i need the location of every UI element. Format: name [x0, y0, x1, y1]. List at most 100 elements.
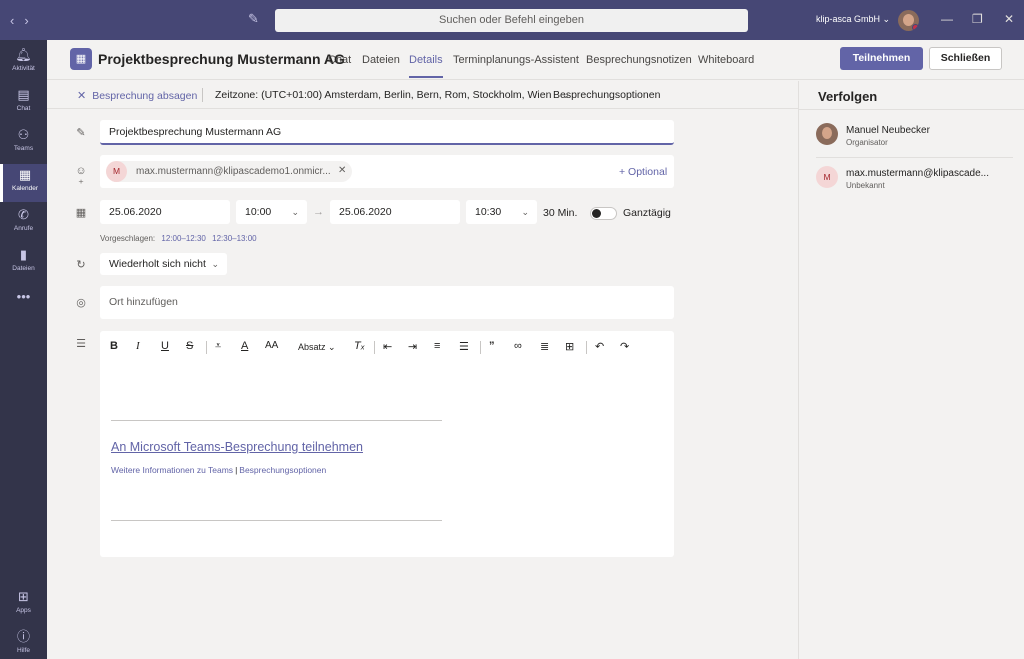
meeting-options-link[interactable]: Besprechungsoptionen [553, 89, 660, 101]
location-pin-icon: ◎ [76, 297, 86, 309]
divider [816, 157, 1013, 158]
tab-details[interactable]: Details [409, 54, 443, 78]
tab-files[interactable]: Dateien [362, 54, 400, 66]
start-date-field[interactable]: 25.06.2020 [100, 200, 230, 224]
attendees-field[interactable]: M max.mustermann@klipascademo1.onmicr...… [100, 155, 674, 188]
list-item[interactable]: M max.mustermann@klipascade... Unbekannt [816, 166, 1016, 196]
bullet-list-icon[interactable]: ≡ [434, 340, 440, 352]
minimize-icon[interactable]: — [941, 12, 953, 26]
rail-item-apps[interactable]: ⊞ Apps [0, 586, 47, 624]
nav-arrows: ‹ › [0, 13, 60, 28]
align-icon[interactable]: ≣ [540, 340, 549, 353]
suggested-time-1[interactable]: 12:00–12:30 [161, 234, 206, 243]
rail-item-help[interactable]: ⓘ Hilfe [0, 626, 47, 659]
rail-item-calendar[interactable]: ▦ Kalender [0, 164, 47, 202]
back-arrow-icon[interactable]: ‹ [10, 13, 14, 28]
suggested-time-2[interactable]: 12:30–13:00 [212, 234, 257, 243]
chevron-down-icon: ⌄ [291, 207, 299, 217]
timezone-dropdown[interactable]: Zeitzone: (UTC+01:00) Amsterdam, Berlin,… [215, 89, 570, 101]
chevron-down-icon: ⌄ [211, 259, 219, 269]
forward-arrow-icon[interactable]: › [24, 13, 28, 28]
app-rail: 🔔︎ Aktivität ▤ Chat ⚇ Teams ▦ Kalender ✆… [0, 40, 47, 659]
quote-icon[interactable]: ” [489, 340, 495, 352]
bold-icon[interactable]: B [110, 340, 118, 352]
list-item[interactable]: Manuel Neubecker Organisator [816, 123, 1016, 153]
close-button[interactable]: Schließen [929, 47, 1002, 70]
avatar: M [106, 161, 127, 182]
rail-item-files[interactable]: ▮ Dateien [0, 244, 47, 282]
ellipsis-icon: ••• [16, 289, 31, 304]
search-input[interactable]: Suchen oder Befehl eingeben [275, 9, 748, 32]
numbered-list-icon[interactable]: ☰ [459, 340, 469, 353]
pencil-icon: ✎ [76, 127, 86, 139]
close-window-icon[interactable]: ✕ [1004, 12, 1014, 26]
tracking-panel: Verfolgen Manuel Neubecker Organisator M… [798, 81, 1024, 659]
avatar: M [816, 166, 838, 188]
rail-item-chat[interactable]: ▤ Chat [0, 84, 47, 122]
calendar-icon: ▦ [18, 167, 32, 182]
title-field[interactable]: Projektbesprechung Mustermann AG [100, 120, 674, 145]
rail-item-activity[interactable]: 🔔︎ Aktivität [0, 44, 47, 82]
font-size-icon[interactable]: AA [265, 340, 278, 351]
title-bar: ‹ › ✎ Suchen oder Befehl eingeben klip-a… [0, 0, 1024, 40]
user-avatar[interactable] [898, 10, 919, 31]
outdent-icon[interactable]: ⇤ [383, 340, 392, 353]
undo-icon[interactable]: ↶ [595, 340, 604, 353]
location-input[interactable]: Ort hinzufügen [100, 286, 674, 319]
phone-icon: ✆ [18, 207, 29, 222]
end-date-field[interactable]: 25.06.2020 [330, 200, 460, 224]
italic-icon[interactable]: I [136, 340, 140, 352]
chevron-down-icon: ⌄ [521, 207, 529, 217]
remove-attendee-icon[interactable]: ✕ [338, 165, 346, 176]
rail-item-calls[interactable]: ✆ Anrufe [0, 204, 47, 242]
add-person-icon: ☺⁺ [75, 165, 87, 190]
compose-icon[interactable]: ✎ [248, 12, 262, 26]
join-button[interactable]: Teilnehmen [840, 47, 923, 70]
tab-chat[interactable]: Chat [328, 54, 351, 66]
chevron-down-icon: ⌄ [328, 342, 336, 352]
all-day-toggle[interactable] [590, 207, 617, 220]
details-editor[interactable]: B I U S ⩡ A AA Absatz ⌄ Tₓ ⇤ ⇥ ≡ ☰ ” ∞ ≣… [100, 331, 674, 557]
font-color-icon[interactable]: A [241, 340, 248, 352]
suggested-times: Vorgeschlagen: 12:00–12:30 12:30–13:00 [100, 234, 257, 243]
more-info-link[interactable]: Weitere Informationen zu Teams [111, 465, 233, 475]
start-time-dropdown[interactable]: 10:00 ⌄ [236, 200, 307, 224]
clear-format-icon[interactable]: Tₓ [354, 340, 365, 352]
presence-busy-icon [912, 24, 919, 31]
strikethrough-icon[interactable]: S [186, 340, 193, 352]
link-icon[interactable]: ∞ [514, 340, 522, 352]
more-apps-button[interactable]: ••• [0, 286, 47, 324]
avatar [816, 123, 838, 145]
details-list-icon: ☰ [76, 338, 86, 350]
cancel-meeting-button[interactable]: ✕ Besprechung absagen [77, 89, 197, 102]
tab-scheduling-assistant[interactable]: Terminplanungs-Assistent [453, 54, 579, 66]
restore-icon[interactable]: ❐ [972, 12, 983, 26]
divider [202, 88, 203, 102]
tab-meeting-notes[interactable]: Besprechungsnotizen [586, 54, 692, 66]
tab-whiteboard[interactable]: Whiteboard [698, 54, 754, 66]
attendee-email: max.mustermann@klipascademo1.onmicr... [136, 166, 331, 177]
rail-item-teams[interactable]: ⚇ Teams [0, 124, 47, 162]
page-title: Projektbesprechung Mustermann AG [98, 51, 345, 67]
meeting-options-link[interactable]: Besprechungsoptionen [239, 465, 326, 475]
teams-join-link[interactable]: An Microsoft Teams-Besprechung teilnehme… [111, 440, 363, 454]
duration-label: 30 Min. [543, 207, 578, 219]
divider [111, 520, 442, 521]
calendar-icon: ▦ [70, 48, 92, 70]
teams-icon: ⚇ [17, 127, 30, 142]
paragraph-style-dropdown[interactable]: Absatz ⌄ [298, 342, 336, 353]
panel-title: Verfolgen [818, 89, 878, 104]
meeting-header: ▦ Projektbesprechung Mustermann AG Chat … [47, 40, 1024, 80]
redo-icon[interactable]: ↷ [620, 340, 629, 353]
arrow-right-icon: → [313, 206, 324, 218]
indent-icon[interactable]: ⇥ [408, 340, 417, 353]
underline-icon[interactable]: U [161, 340, 169, 352]
repeat-dropdown[interactable]: Wiederholt sich nicht ⌄ [100, 253, 227, 275]
more-info-links: Weitere Informationen zu Teams | Besprechu… [111, 465, 327, 475]
table-icon[interactable]: ⊞ [565, 340, 574, 353]
highlight-icon[interactable]: ⩡ [215, 340, 221, 353]
org-switcher[interactable]: klip-asca GmbH ⌄ [816, 14, 890, 25]
calendar-icon: ▦ [75, 207, 87, 219]
end-time-dropdown[interactable]: 10:30 ⌄ [466, 200, 537, 224]
add-optional-button[interactable]: + Optional [619, 166, 667, 178]
